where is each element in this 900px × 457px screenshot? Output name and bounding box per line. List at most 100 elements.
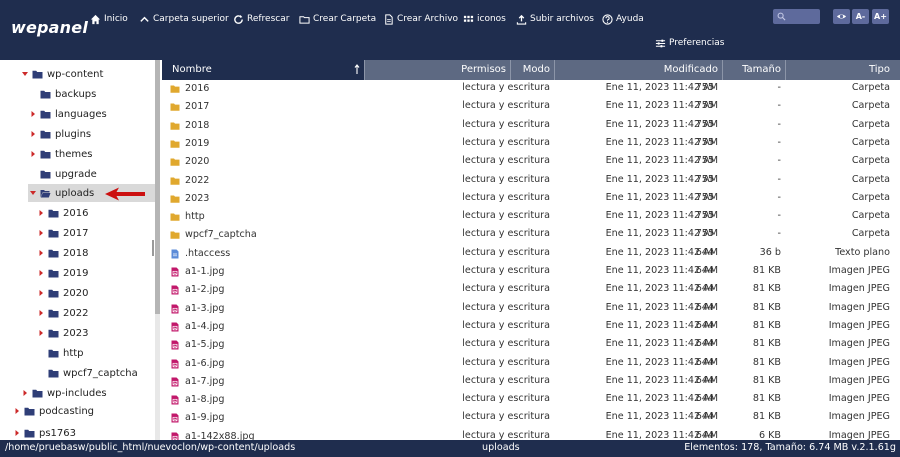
row-perm-cell: lectura y escritura [462,191,550,203]
row-modified-cell: Ene 11, 2023 11:42 AM [605,118,718,130]
table-row[interactable]: 2016 lectura y escritura 755 Ene 11, 2023 1… [162,80,900,98]
tree-item-2016[interactable]: 2016 [38,204,88,222]
column-perm-header[interactable]: Permisos [364,60,510,80]
row-name-label: 2020 [185,156,210,168]
row-name-label: a1-8.jpg [185,394,225,406]
tree-item-2022[interactable]: 2022 [38,304,88,322]
create-file-label: Crear Archivo [397,14,459,24]
font-smaller-button[interactable]: A- [852,9,869,24]
tree-item-plugins[interactable]: plugins [30,125,91,143]
search-icon [777,12,786,21]
tree-item-backups[interactable]: backups [30,85,96,103]
table-row[interactable]: wpcf7_captcha lectura y escritura 755 Ene 1… [162,226,900,244]
tree-item-2023[interactable]: 2023 [38,324,88,342]
row-name-label: 2017 [185,101,210,113]
caret-right-icon[interactable] [38,269,44,277]
column-mode-header[interactable]: Modo [510,60,554,80]
tree-item-label: wp-includes [47,387,107,399]
table-row[interactable]: a1-9.jpg lectura y escritura 644 Ene 11, 20… [162,409,900,427]
table-row[interactable]: a1-4.jpg lectura y escritura 644 Ene 11, 20… [162,318,900,336]
caret-right-icon[interactable] [30,150,36,158]
tree-item-label: uploads [55,187,95,199]
row-type-cell: Carpeta [851,118,890,130]
help-button[interactable]: Ayuda [602,12,644,26]
tree-item-ps1763[interactable]: ps1763 [14,424,76,440]
table-row[interactable]: a1-7.jpg lectura y escritura 644 Ene 11, 20… [162,373,900,391]
table-row[interactable]: http lectura y escritura 755 Ene 11, 2023 1… [162,208,900,226]
tree-item-wp-includes[interactable]: wp-includes [22,384,107,402]
tree-item-wpcf7-captcha[interactable]: wpcf7_captcha [38,364,138,382]
refresh-button[interactable]: Refrescar [233,12,289,26]
icons-view-button[interactable]: iconos [463,12,506,26]
caret-right-icon[interactable] [30,130,36,138]
search-input[interactable] [773,9,820,24]
row-name-cell: 2023 [170,190,209,208]
home-label: Inicio [104,14,128,24]
caret-down-icon[interactable] [30,189,36,197]
folder-icon [170,195,180,203]
tree-item-languages[interactable]: languages [30,105,107,123]
row-name-cell: 2016 [170,80,209,98]
row-name-cell: 2022 [170,172,209,190]
table-row[interactable]: a1-142x88.jpg lectura y escritura 644 Ene 1… [162,428,900,440]
caret-right-icon[interactable] [38,289,44,297]
tree-item-wp-content[interactable]: wp-content [22,65,103,83]
table-row[interactable]: 2023 lectura y escritura 755 Ene 11, 2023 1… [162,190,900,208]
caret-down-icon[interactable] [22,70,28,78]
row-size-cell: 36 b [759,246,781,258]
table-row[interactable]: a1-1.jpg lectura y escritura 644 Ene 11, 20… [162,263,900,281]
row-size-cell: - [777,155,781,167]
caret-right-icon[interactable] [14,407,20,415]
tree-item-themes[interactable]: themes [30,145,93,163]
tree-item-2019[interactable]: 2019 [38,264,88,282]
home-button[interactable]: Inicio [90,12,128,26]
table-row[interactable]: a1-3.jpg lectura y escritura 644 Ene 11, 20… [162,300,900,318]
tree-item-2018[interactable]: 2018 [38,244,88,262]
tree-item-http[interactable]: http [38,344,84,362]
tree-item-2020[interactable]: 2020 [38,284,88,302]
table-row[interactable]: a1-8.jpg lectura y escritura 644 Ene 11, 20… [162,391,900,409]
row-perm-cell: lectura y escritura [462,393,550,405]
panel-resize-handle[interactable] [152,240,154,256]
column-type-header[interactable]: Tipo [785,60,900,80]
row-name-label: 2022 [185,174,210,186]
table-row[interactable]: a1-2.jpg lectura y escritura 644 Ene 11, 20… [162,281,900,299]
caret-right-icon[interactable] [38,329,44,337]
table-row[interactable]: .htaccess lectura y escritura 644 Ene 11, 2… [162,245,900,263]
parent-folder-button[interactable]: Carpeta superior [139,12,229,26]
column-modified-header[interactable]: Modificado [554,60,722,80]
table-row[interactable]: 2018 lectura y escritura 755 Ene 11, 2023 1… [162,117,900,135]
caret-right-icon[interactable] [38,249,44,257]
table-row[interactable]: 2017 lectura y escritura 755 Ene 11, 2023 1… [162,98,900,116]
tree-item-podcasting[interactable]: podcasting [14,402,94,420]
row-name-cell: 2020 [170,153,209,171]
table-row[interactable]: 2020 lectura y escritura 755 Ene 11, 2023 1… [162,153,900,171]
font-larger-button[interactable]: A+ [872,9,889,24]
column-name-header[interactable]: Nombre [162,60,364,80]
tree-item-label: plugins [55,128,92,140]
create-folder-button[interactable]: Crear Carpeta [299,12,376,26]
table-row[interactable]: a1-6.jpg lectura y escritura 644 Ene 11, 20… [162,355,900,373]
table-row[interactable]: a1-5.jpg lectura y escritura 644 Ene 11, 20… [162,336,900,354]
upload-files-button[interactable]: Subir archivos [516,12,594,26]
caret-right-icon[interactable] [30,110,36,118]
tree-scrollbar-thumb[interactable] [155,60,160,314]
tree-item-2017[interactable]: 2017 [38,224,88,242]
tree-item-label: 2018 [63,247,89,259]
tree-item-upgrade[interactable]: upgrade [30,165,97,183]
caret-right-icon[interactable] [38,229,44,237]
row-name-label: 2019 [185,137,210,149]
column-size-header[interactable]: Tamaño [722,60,785,80]
caret-right-icon[interactable] [38,309,44,317]
caret-right-icon[interactable] [22,389,28,397]
caret-spacer [38,369,44,377]
caret-right-icon[interactable] [14,429,20,437]
view-toggle-button[interactable] [833,9,850,24]
row-modified-cell: Ene 11, 2023 11:42 AM [605,338,718,350]
folder-icon [32,389,43,397]
table-row[interactable]: 2022 lectura y escritura 755 Ene 11, 2023 1… [162,172,900,190]
table-row[interactable]: 2019 lectura y escritura 755 Ene 11, 2023 1… [162,135,900,153]
caret-right-icon[interactable] [38,209,44,217]
create-file-button[interactable]: Crear Archivo [383,12,458,26]
preferences-button[interactable]: Preferencias [655,36,724,50]
